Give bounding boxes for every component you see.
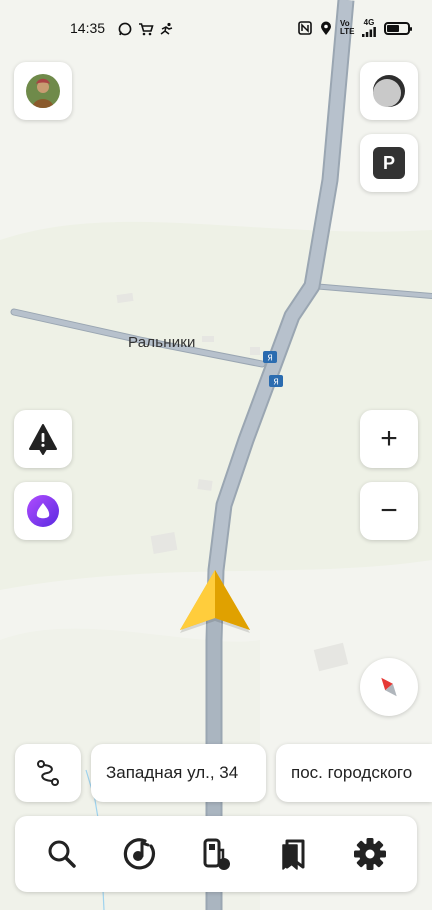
bookmark-icon xyxy=(282,839,305,870)
svg-text:Я: Я xyxy=(267,354,273,363)
avatar xyxy=(26,74,60,108)
settings-button[interactable] xyxy=(342,826,398,882)
bookmarks-button[interactable] xyxy=(265,826,321,882)
compass-icon xyxy=(381,677,397,697)
profile-button[interactable] xyxy=(14,62,72,120)
zoom-in-label: + xyxy=(380,422,398,455)
parking-icon: P xyxy=(373,147,405,179)
system-icons: Vo LTE 4G xyxy=(298,18,412,38)
volte-indicator: Vo LTE xyxy=(340,19,355,36)
map-layers-icon xyxy=(373,75,405,107)
music-icon xyxy=(123,838,155,870)
location-icon xyxy=(321,21,331,35)
road-alert-button[interactable] xyxy=(14,410,72,468)
road-alert-icon xyxy=(29,424,57,455)
parking-button[interactable]: P xyxy=(360,134,418,192)
search-button[interactable] xyxy=(34,826,90,882)
gas-station-button[interactable] xyxy=(188,826,244,882)
signal-4g-icon: 4G xyxy=(362,19,376,37)
map-place-label: Ральники xyxy=(128,334,196,351)
zoom-in-button[interactable]: + xyxy=(360,410,418,468)
svg-text:Я: Я xyxy=(273,378,279,387)
route-icon xyxy=(37,760,59,786)
next-place-chip[interactable]: пос. городского xyxy=(276,744,432,802)
assistant-button[interactable] xyxy=(14,482,72,540)
next-place-label: пос. городского xyxy=(291,763,413,782)
notification-icons xyxy=(118,20,174,38)
alice-assistant-icon xyxy=(27,495,59,527)
map-layers-button[interactable] xyxy=(360,62,418,120)
compass-button[interactable] xyxy=(360,658,418,716)
current-street-chip[interactable]: Западная ул., 34 xyxy=(91,744,266,802)
running-person-icon xyxy=(160,22,173,35)
nfc-icon xyxy=(298,21,312,35)
gear-icon xyxy=(354,838,387,870)
status-bar: 14:35 Vo LTE 4G xyxy=(0,0,432,58)
status-time: 14:35 xyxy=(70,20,106,36)
bottom-toolbar xyxy=(15,816,417,892)
shopping-cart-icon xyxy=(139,23,154,36)
current-street-label: Западная ул., 34 xyxy=(106,763,239,782)
battery-level-fill xyxy=(387,24,400,32)
search-icon xyxy=(48,840,76,868)
zoom-out-button[interactable]: − xyxy=(360,482,418,540)
battery-icon xyxy=(384,21,412,35)
gas-station-icon xyxy=(203,838,230,870)
route-button[interactable] xyxy=(15,744,81,802)
whatsapp-icon xyxy=(118,22,132,36)
music-button[interactable] xyxy=(111,826,167,882)
zoom-out-label: − xyxy=(380,494,398,527)
